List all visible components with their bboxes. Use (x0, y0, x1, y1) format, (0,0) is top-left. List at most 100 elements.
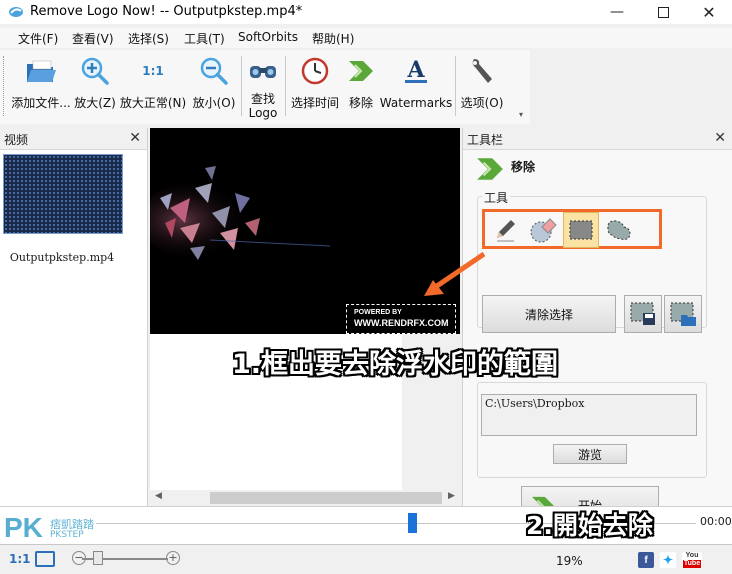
select-time-label: 选择时间 (290, 96, 339, 110)
menu-view[interactable]: 查看(V) (72, 30, 114, 47)
scrollbar-thumb[interactable] (210, 492, 442, 504)
rect-select-tool-button[interactable] (563, 212, 599, 248)
zoom-in-icon (78, 54, 112, 88)
tool-panel-title: 工具栏 (467, 133, 504, 147)
add-files-button[interactable]: 添加文件... (10, 50, 72, 124)
wrench-icon (465, 54, 499, 88)
actual-size-label: 放大正常(N) (119, 96, 187, 110)
scroll-left-icon[interactable]: ◀ (155, 491, 162, 501)
window-title: Remove Logo Now! -- Outputpkstep.mp4* (30, 4, 303, 19)
zoom-in-button[interactable]: 放大(Z) (74, 50, 116, 124)
rect-select-icon (569, 220, 593, 240)
toolbar-grip[interactable] (3, 56, 6, 116)
youtube-icon[interactable]: You Tube (682, 552, 702, 568)
ratio-1-1-button[interactable]: 1:1 (9, 552, 31, 566)
zoom-out-label: 放小(O) (192, 96, 236, 110)
zoom-out-button[interactable]: 放小(O) (192, 50, 236, 124)
menu-tools[interactable]: 工具(T) (184, 30, 225, 47)
svg-text:A: A (406, 57, 425, 83)
toolbar-separator (241, 56, 242, 116)
youtube-label-bottom: Tube (682, 560, 702, 568)
zoom-in-label: 放大(Z) (74, 96, 116, 110)
annotation-arrow (424, 251, 486, 296)
video-list-panel: 视频 ✕ Outputpkstep.mp4 (0, 128, 148, 506)
pencil-tool-button[interactable] (487, 212, 523, 248)
save-mask-button[interactable] (624, 295, 662, 333)
actual-size-icon-label: 1:1 (142, 64, 164, 78)
close-icon[interactable]: ✕ (129, 130, 141, 146)
toolbar: 添加文件... 放大(Z) 1:1 放大正常(N) 放小(O) 查找 Logo (0, 50, 530, 124)
add-files-label: 添加文件... (11, 96, 71, 110)
tool-panel-header: 工具栏 ✕ (463, 128, 732, 150)
options-label: 选项(O) (460, 96, 504, 110)
maximize-button[interactable] (640, 0, 686, 24)
current-time: 00:00: (700, 515, 732, 528)
menu-select[interactable]: 选择(S) (128, 30, 169, 47)
scroll-right-icon[interactable]: ▶ (448, 491, 455, 501)
actual-size-icon: 1:1 (136, 54, 170, 88)
lasso-tool-button[interactable] (601, 212, 637, 248)
find-logo-label: 查找 Logo (249, 92, 278, 120)
find-logo-label-line2: Logo (248, 106, 278, 120)
menu-softorbits[interactable]: SoftOrbits (238, 30, 298, 44)
output-path-field[interactable]: C:\Users\Dropbox (481, 394, 697, 436)
youtube-label-top: You (685, 552, 699, 559)
watermark-text-line1: POWERED BY (354, 309, 402, 316)
tool-panel: 工具栏 ✕ 移除 工具 清除选择 C:\Users\Dropbox 游览 (462, 128, 732, 524)
horizontal-scrollbar[interactable]: ◀ ▶ (150, 490, 460, 506)
remove-button[interactable]: 移除 (344, 50, 378, 124)
load-mask-button[interactable] (664, 295, 702, 333)
pk-logo-text: PK (4, 512, 43, 543)
lasso-icon (607, 220, 631, 240)
menu-help[interactable]: 帮助(H) (312, 30, 354, 47)
video-thumbnail[interactable] (3, 154, 123, 234)
watermark-selection-box[interactable]: POWERED BY WWW.RENDRFX.COM (346, 304, 456, 334)
save-mask-icon (630, 302, 655, 325)
select-time-button[interactable]: 选择时间 (288, 50, 342, 124)
maximize-icon (657, 6, 669, 18)
toolbar-overflow-button[interactable]: ▾ (519, 56, 527, 122)
toolbar-separator (455, 56, 456, 116)
fit-window-icon[interactable] (35, 551, 55, 567)
menu-file[interactable]: 文件(F) (18, 30, 58, 47)
browse-button[interactable]: 游览 (553, 444, 627, 464)
options-button[interactable]: 选项(O) (458, 50, 506, 124)
status-bar: 1:1 − + 19% f ✦ You Tube (0, 544, 732, 574)
tools-group-label: 工具 (482, 189, 511, 206)
clear-selection-button[interactable]: 清除选择 (482, 295, 616, 333)
clock-icon (298, 54, 332, 88)
pk-logo-subtitle-2: PKSTEP (50, 530, 84, 540)
pencil-icon (497, 220, 515, 242)
tool-panel-body: 移除 工具 清除选择 C:\Users\Dropbox 游览 (463, 150, 732, 524)
folder-open-icon (24, 54, 58, 88)
mode-title: 移除 (511, 160, 536, 174)
watermarks-label: Watermarks (379, 96, 453, 110)
zoom-in-small-icon[interactable]: + (166, 551, 180, 565)
title-bar: Remove Logo Now! -- Outputpkstep.mp4* — … (0, 0, 732, 24)
eraser-icon (530, 218, 557, 243)
minimize-button[interactable]: — (594, 0, 640, 24)
video-panel-title: 视频 (4, 133, 29, 147)
tools-group: 工具 清除选择 (477, 189, 707, 333)
remove-label: 移除 (348, 96, 373, 110)
eraser-tool-button[interactable] (525, 212, 561, 248)
facebook-icon[interactable]: f (638, 552, 654, 568)
load-mask-icon (670, 302, 696, 326)
watermark-text-line2: WWW.RENDRFX.COM (354, 318, 449, 328)
annotation-step2: 2.開始去除 (526, 511, 653, 540)
watermarks-button[interactable]: A Watermarks (380, 50, 452, 124)
binoculars-icon (246, 54, 280, 88)
find-logo-label-line1: 查找 (250, 92, 275, 106)
find-logo-button[interactable]: 查找 Logo (244, 50, 282, 124)
zoom-slider-thumb[interactable] (93, 551, 103, 565)
remove-mode-icon (475, 156, 505, 185)
minimize-icon: — (610, 4, 624, 20)
close-icon[interactable]: ✕ (714, 130, 726, 146)
timeline-playhead[interactable] (408, 513, 417, 533)
actual-size-button[interactable]: 1:1 放大正常(N) (118, 50, 188, 124)
close-button[interactable]: ✕ (686, 0, 732, 24)
zoom-level: 19% (556, 554, 583, 568)
chevron-down-icon: ▾ (519, 110, 524, 119)
twitter-icon[interactable]: ✦ (660, 552, 676, 568)
text-watermark-icon: A (399, 54, 433, 88)
